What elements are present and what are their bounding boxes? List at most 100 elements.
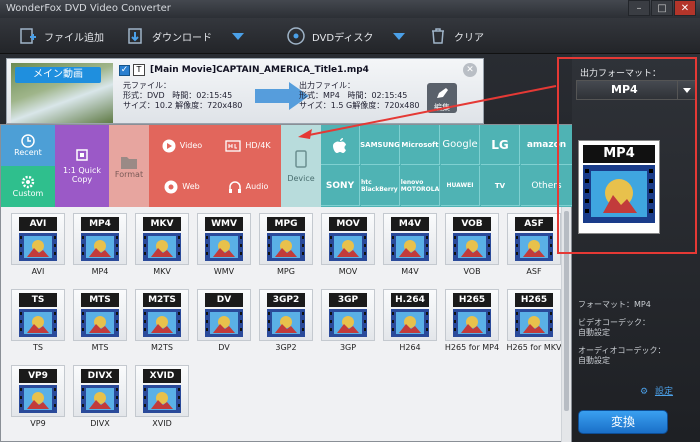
convert-button[interactable]: 変換	[578, 410, 668, 434]
format-label: XVID	[152, 419, 172, 428]
quick-copy-tab[interactable]: 1:1 Quick Copy	[55, 125, 109, 207]
dvd-disc-button[interactable]: DVDディスク	[286, 24, 406, 48]
brand-lenovo-motorola[interactable]: lenovo MOTOROLA	[401, 166, 440, 206]
brand-huawei[interactable]: HUAWEI	[441, 166, 480, 206]
settings-gear-icon: ⚙	[640, 387, 649, 397]
minimize-button[interactable]: –	[628, 0, 650, 16]
format-item-asf[interactable]: ASF ASF	[507, 213, 561, 285]
add-file-button[interactable]: ファイル追加	[18, 24, 104, 48]
format-item-mkv[interactable]: MKV MKV	[135, 213, 189, 285]
output-resolution: 解像度：720x480	[352, 101, 420, 110]
format-item-h265-for-mkv[interactable]: H265 H265 for MKV	[507, 289, 562, 361]
brand-apple[interactable]	[321, 125, 360, 165]
video-label: Video	[179, 141, 203, 150]
format-icon-box: 3GP	[321, 289, 375, 341]
device-tab[interactable]: Device	[281, 125, 321, 207]
format-icon-title: MOV	[329, 217, 367, 231]
format-item-dv[interactable]: DV DV	[197, 289, 251, 361]
format-item-xvid[interactable]: XVID XVID	[135, 365, 189, 437]
format-item-h264[interactable]: H.264 H264	[383, 289, 437, 361]
clear-button[interactable]: クリア	[428, 24, 484, 48]
format-item-mp4[interactable]: MP4 MP4	[73, 213, 127, 285]
close-window-button[interactable]: ✕	[674, 0, 696, 16]
film-icon	[81, 309, 119, 337]
format-item-ts[interactable]: TS TS	[11, 289, 65, 361]
format-icon-title: MTS	[81, 293, 119, 307]
video-tab[interactable]: Video	[149, 125, 215, 166]
brand-lg[interactable]: LG	[481, 125, 520, 165]
copy-icon	[76, 149, 88, 161]
dvd-dropdown-icon[interactable]	[393, 32, 406, 40]
format-item-vob[interactable]: VOB VOB	[445, 213, 499, 285]
video-thumbnail[interactable]: メイン動画	[11, 63, 113, 123]
brand-tv[interactable]: TV	[481, 166, 520, 206]
format-item-avi[interactable]: AVI AVI	[11, 213, 65, 285]
output-info: 出力ファイル： 形式：MP4 時間：02:15:45 サイズ：1.5 G解像度：…	[299, 81, 420, 111]
format-icon-box: AVI	[11, 213, 65, 265]
film-icon	[81, 233, 119, 261]
quick-copy-label: 1:1 Quick Copy	[62, 166, 102, 184]
format-icon-title: XVID	[143, 369, 181, 383]
film-icon	[143, 233, 181, 261]
format-item-wmv[interactable]: WMV WMV	[197, 213, 251, 285]
format-tab[interactable]: Format	[109, 125, 149, 207]
chrome-icon	[164, 180, 178, 193]
hd-icon	[225, 139, 242, 152]
format-label: DIVX	[90, 419, 110, 428]
format-icon-title: 3GP	[329, 293, 367, 307]
format-label: VOB	[463, 267, 481, 276]
brand-sony[interactable]: SONY	[321, 166, 360, 206]
format-item-vp9[interactable]: VP9 VP9	[11, 365, 65, 437]
brand-samsung[interactable]: SAMSUNG	[360, 125, 400, 165]
film-icon	[19, 385, 57, 413]
custom-tab[interactable]: Custom	[1, 166, 55, 207]
folder-icon	[121, 156, 137, 169]
format-item-m2ts[interactable]: M2TS M2TS	[135, 289, 189, 361]
format-item-h265-for-mp4[interactable]: H265 H265 for MP4	[445, 289, 499, 361]
output-label: 出力ファイル：	[299, 81, 355, 90]
film-icon	[391, 233, 429, 261]
hd4k-tab[interactable]: HD/4K	[215, 125, 281, 166]
task-checkbox[interactable]: ✓	[119, 65, 130, 76]
format-icon-box: M4V	[383, 213, 437, 265]
format-icon-title: H265	[453, 293, 491, 307]
format-icon-title: M4V	[391, 217, 429, 231]
web-tab[interactable]: Web	[149, 166, 215, 207]
format-label: M4V	[401, 267, 419, 276]
output-time: 時間：02:15:45	[347, 91, 408, 100]
format-icon-title: M2TS	[143, 293, 181, 307]
format-item-mov[interactable]: MOV MOV	[321, 213, 375, 285]
film-icon	[515, 309, 553, 337]
film-icon	[205, 309, 243, 337]
download-label: ダウンロード	[152, 32, 212, 44]
format-label: TS	[33, 343, 43, 352]
brand-microsoft[interactable]: Microsoft	[401, 125, 440, 165]
brand-htc-blackberry[interactable]: htc BlackBerry	[361, 166, 400, 206]
format-item-m4v[interactable]: M4V M4V	[383, 213, 437, 285]
download-dropdown-icon[interactable]	[232, 32, 244, 40]
brand-google[interactable]: Google	[441, 125, 480, 165]
format-item-mpg[interactable]: MPG MPG	[259, 213, 313, 285]
setting-button[interactable]: ⚙ 設定	[640, 384, 673, 397]
recent-tab[interactable]: Recent	[1, 125, 55, 166]
remove-task-button[interactable]: ✕	[463, 63, 477, 77]
audio-tab[interactable]: Audio	[215, 166, 281, 207]
film-icon	[453, 233, 491, 261]
format-item-3gp[interactable]: 3GP 3GP	[321, 289, 375, 361]
maximize-button[interactable]: □	[651, 0, 673, 16]
format-label: DV	[218, 343, 230, 352]
dvd-disc-icon	[286, 26, 306, 46]
trash-icon	[428, 26, 448, 46]
task-row[interactable]: メイン動画 ✓ T [Main Movie]CAPTAIN_AMERICA_Ti…	[6, 58, 484, 124]
add-file-label: ファイル追加	[44, 32, 104, 44]
format-icon-box: WMV	[197, 213, 251, 265]
format-item-mts[interactable]: MTS MTS	[73, 289, 127, 361]
download-button[interactable]: ダウンロード	[126, 24, 244, 48]
dvd-disc-label: DVDディスク	[312, 32, 374, 44]
format-icon-box: ASF	[507, 213, 561, 265]
headphones-icon	[228, 180, 241, 193]
format-icon-box: 3GP2	[259, 289, 313, 341]
format-item-divx[interactable]: DIVX DIVX	[73, 365, 127, 437]
edit-button[interactable]: 編集	[427, 83, 457, 113]
format-item-3gp2[interactable]: 3GP2 3GP2	[259, 289, 313, 361]
